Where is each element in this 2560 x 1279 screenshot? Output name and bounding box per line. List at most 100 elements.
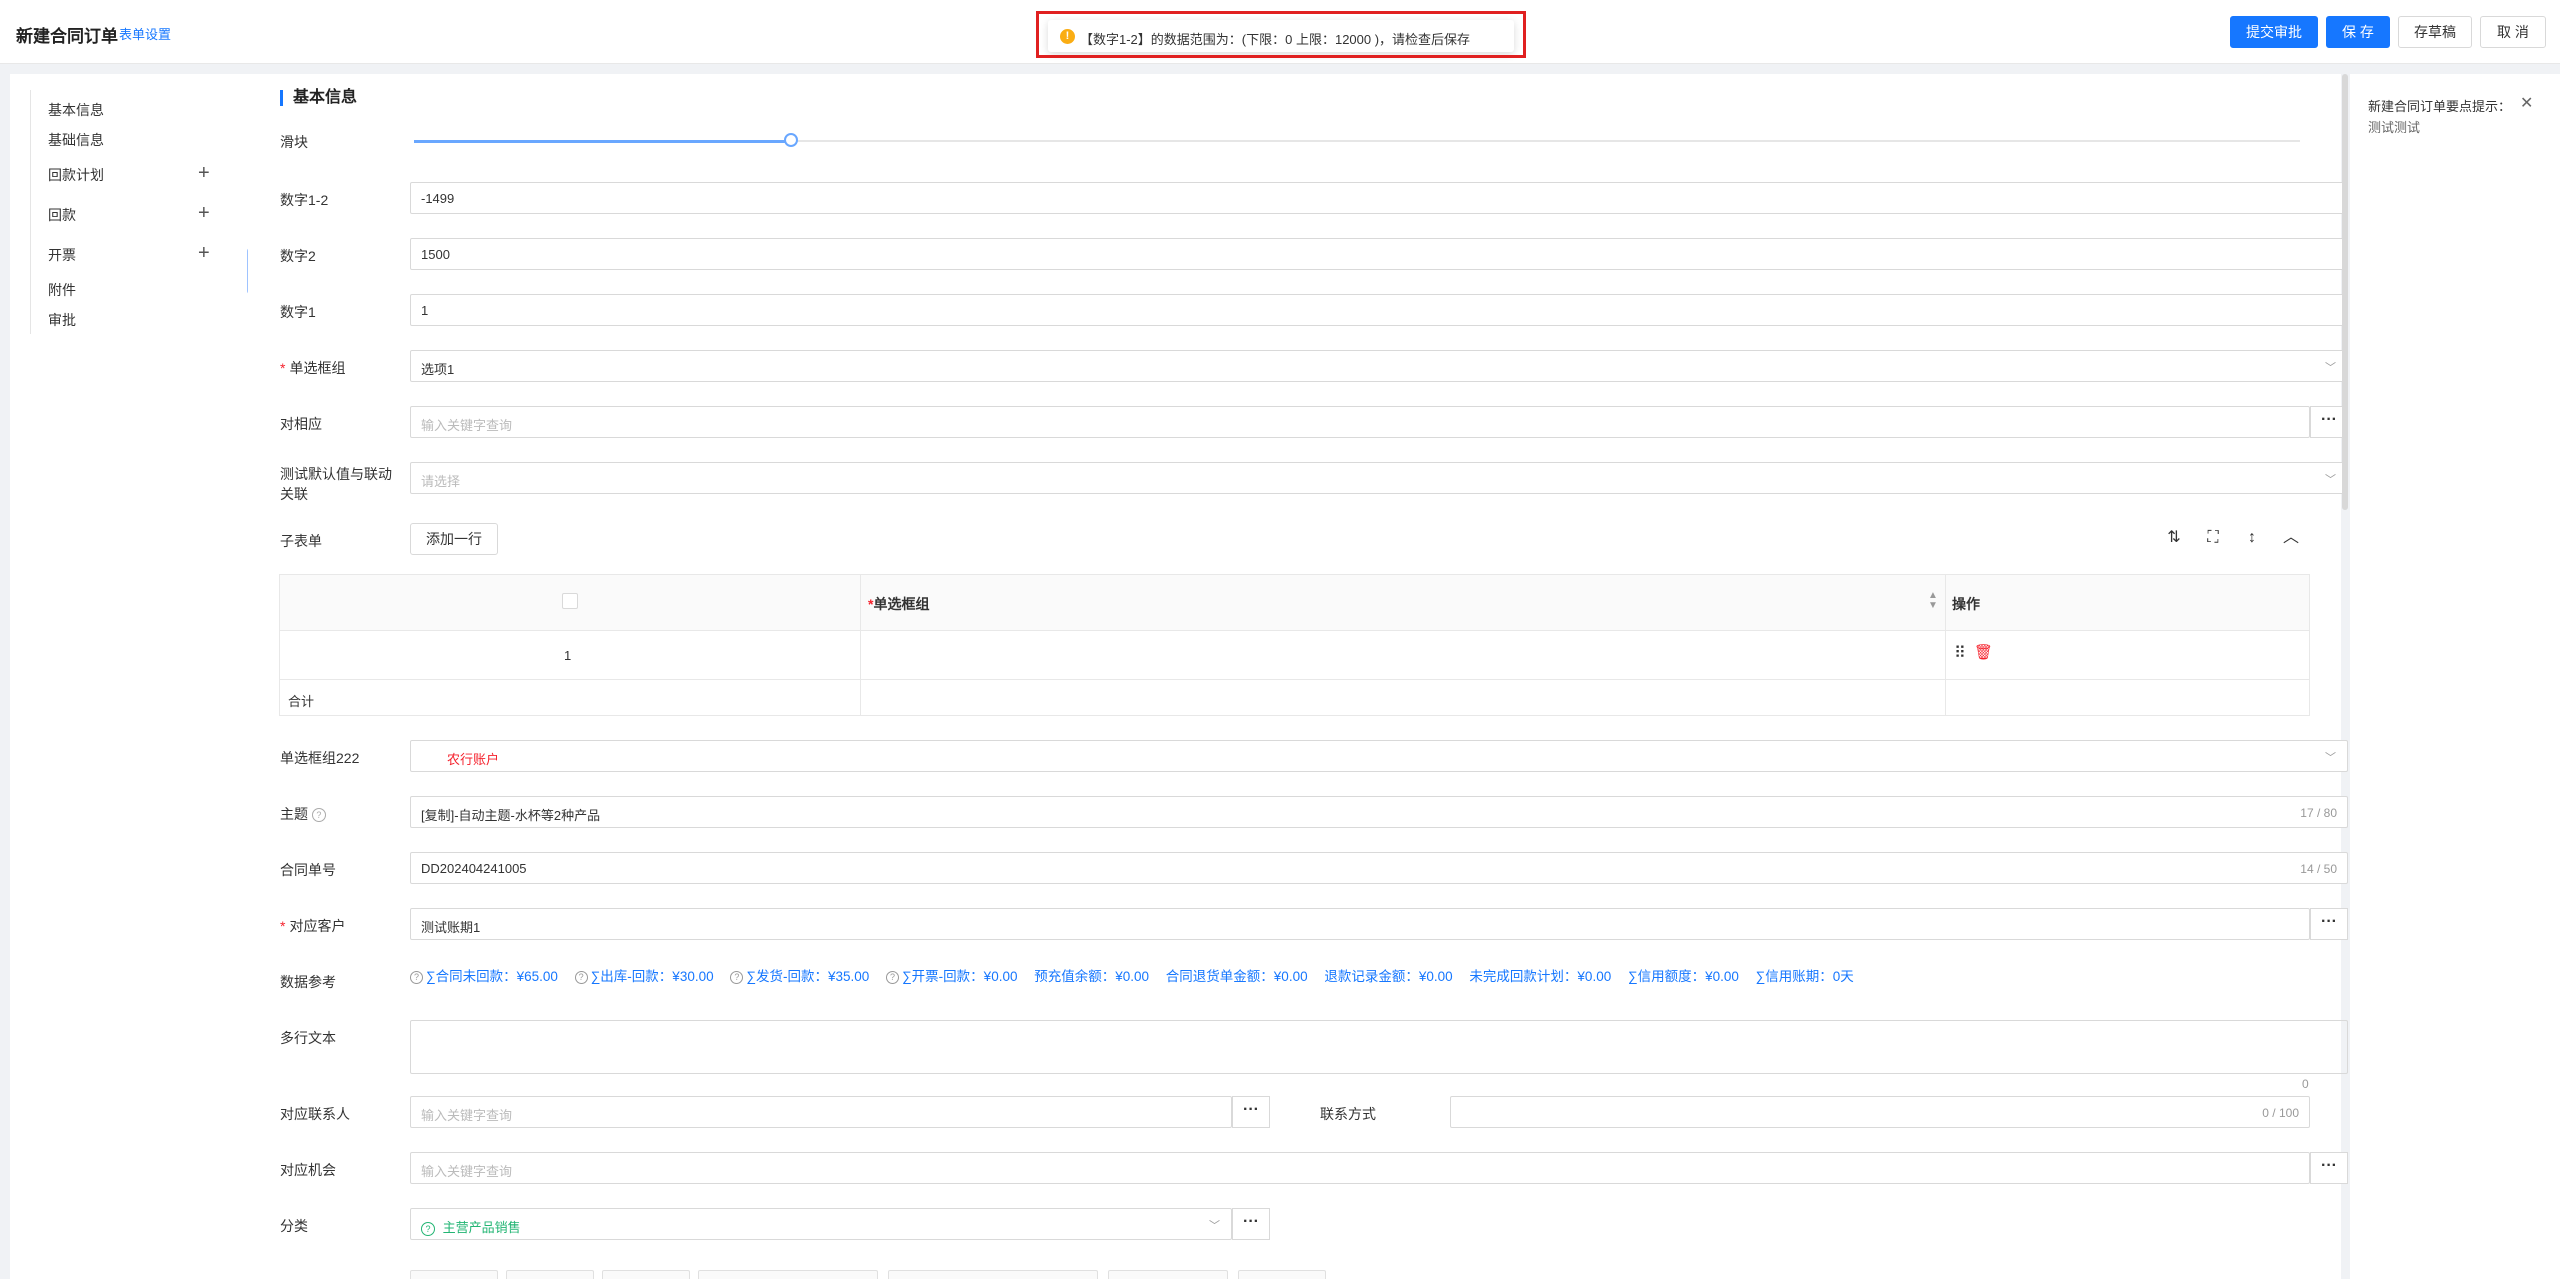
contact-label: 对应联系人 [280, 1106, 350, 1122]
chevron-down-icon: ﹀ [1209, 1220, 1220, 1232]
contact-method-label: 联系方式 [1320, 1106, 1376, 1122]
data-ref-item: 预充值余额：¥0.00 [1034, 969, 1150, 984]
nav-item-basic-info[interactable]: 基本信息 [48, 100, 104, 120]
category-label: 分类 [280, 1218, 308, 1234]
radio222-value: 农行账户 [447, 752, 500, 767]
contract-no-label: 合同单号 [280, 862, 336, 878]
default-link-label: 测试默认值与联动 关联 [280, 466, 392, 502]
help-icon[interactable]: ? [574, 970, 588, 984]
nav-item-invoice[interactable]: 开票 [48, 245, 76, 265]
data-ref-label: 数据参考 [280, 974, 336, 990]
slider-fill [414, 140, 792, 143]
row-height-icon[interactable]: ⇅ [2164, 528, 2184, 548]
help-icon[interactable]: ? [730, 970, 744, 984]
num1-input[interactable]: 1 [410, 294, 2348, 326]
nav-item-attachment[interactable]: 附件 [48, 280, 76, 300]
form-scrollbar[interactable] [2342, 74, 2348, 510]
highlight-frame [1036, 11, 1526, 58]
data-ref-item: ∑发货-回款：¥35.00 [746, 969, 870, 984]
opportunity-input[interactable]: 输入关键字查询 [410, 1152, 2310, 1184]
help-icon[interactable]: ? [410, 970, 423, 984]
category-select[interactable]: ? 主营产品销售 ﹀ [410, 1208, 1232, 1240]
data-ref-item: 退款记录金额：¥0.00 [1324, 969, 1453, 984]
radio222-label: 单选框组222 [280, 750, 360, 766]
multiline-textarea[interactable] [410, 1020, 2348, 1074]
subject-input[interactable]: [复制]-自动主题-水杯等2种产品 17 / 80 [410, 796, 2348, 828]
add-invoice-icon[interactable]: + [198, 243, 210, 263]
tips-body: 测试测试 [2368, 120, 2421, 135]
sort-icon[interactable]: ▲ ▼ [1928, 591, 1938, 611]
save-button[interactable]: 保 存 [2326, 16, 2390, 48]
row-divider [280, 679, 2309, 680]
data-ref-item: 合同退货单金额：¥0.00 [1165, 969, 1308, 984]
add-row-button[interactable]: 添加一行 [410, 523, 498, 555]
col-ops-header: 操作 [1952, 596, 1980, 612]
corresponding-input[interactable]: 输入关键字查询 [410, 406, 2310, 438]
save-draft-button[interactable]: 存草稿 [2398, 16, 2472, 48]
nav-item-payment[interactable]: 回款 [48, 205, 76, 225]
partial-tag [1108, 1270, 1228, 1279]
customer-input[interactable]: 测试账期1 [410, 908, 2310, 940]
subform-table: *单选框组 ▲ ▼ 操作 1 ⠿ 🗑 合计 [279, 574, 2310, 716]
help-icon: ? [421, 1221, 435, 1236]
num2-label: 数字2 [280, 248, 316, 264]
partial-tag [602, 1270, 690, 1279]
chevron-down-icon: ﹀ [2325, 362, 2336, 374]
help-icon[interactable]: ? [311, 808, 326, 823]
add-payment-icon[interactable]: + [198, 203, 210, 223]
drag-handle-icon[interactable]: ⠿ [1954, 643, 1966, 663]
cancel-button[interactable]: 取 消 [2480, 16, 2546, 48]
partial-tag [888, 1270, 1098, 1279]
nav-item-payment-plan[interactable]: 回款计划 [48, 165, 104, 185]
subform-label: 子表单 [280, 533, 322, 549]
form-settings-link[interactable]: 表单设置 [119, 24, 171, 43]
category-value: 主营产品销售 [442, 1220, 521, 1235]
default-link-select[interactable]: 请选择 ﹀ [410, 462, 2348, 494]
category-more-button[interactable]: ··· [1232, 1208, 1270, 1240]
nav-divider [30, 90, 31, 334]
section-title: 基本信息 [280, 90, 357, 106]
contract-no-input[interactable]: DD202404241005 14 / 50 [410, 852, 2348, 884]
radio-group-select[interactable]: 选项1 ﹀ [410, 350, 2348, 382]
contact-method-input[interactable]: 0 / 100 [1450, 1096, 2310, 1128]
add-payment-plan-icon[interactable]: + [198, 163, 210, 183]
slider-label: 滑块 [280, 134, 308, 150]
nav-item-base-info[interactable]: 基础信息 [48, 130, 104, 150]
opportunity-more-button[interactable]: ··· [2310, 1152, 2348, 1184]
col-divider [1945, 575, 1946, 715]
subject-label: 主题 ? [280, 804, 326, 824]
delete-icon[interactable]: 🗑 [1974, 643, 1993, 661]
slider-handle[interactable] [784, 133, 799, 147]
data-ref-item: ∑信用额度：¥0.00 [1627, 969, 1739, 984]
customer-more-button[interactable]: ··· [2310, 908, 2348, 940]
contact-method-counter: 0 / 100 [2262, 1106, 2299, 1120]
radio222-select[interactable]: 农行账户 ﹀ [410, 740, 2348, 772]
contact-input[interactable]: 输入关键字查询 [410, 1096, 1232, 1128]
subform-header [280, 575, 2309, 631]
contract-no-counter: 14 / 50 [2300, 862, 2337, 876]
customer-label: * 对应客户 [280, 918, 346, 934]
help-icon[interactable]: ? [886, 970, 900, 984]
contact-more-button[interactable]: ··· [1232, 1096, 1270, 1128]
num2-input[interactable]: 1500 [410, 238, 2348, 270]
opportunity-label: 对应机会 [280, 1162, 336, 1178]
fullscreen-icon[interactable]: ⛶ [2203, 528, 2223, 548]
tips-title: 新建合同订单要点提示： [2368, 99, 2512, 114]
radio-group-value: 选项1 [421, 362, 455, 377]
page-title: 新建合同订单 [16, 27, 118, 46]
nav-item-approval[interactable]: 审批 [48, 310, 76, 330]
num12-input[interactable]: -1499 [410, 182, 2348, 214]
num1-label: 数字1 [280, 304, 316, 320]
data-ref-item: 未完成回款计划：¥0.00 [1469, 969, 1612, 984]
data-ref-item: ∑出库-回款：¥30.00 [590, 969, 714, 984]
total-label: 合计 [288, 694, 315, 709]
close-icon[interactable]: ✕ [2520, 93, 2533, 113]
expand-icon[interactable]: ↕ [2242, 528, 2262, 548]
slider-track[interactable] [414, 133, 2300, 147]
select-all-checkbox[interactable] [562, 593, 578, 609]
collapse-icon[interactable]: ︿ [2281, 528, 2301, 548]
section-nav: 基本信息 基础信息 回款计划 + 回款 + 开票 + 附件 审批 ‹ [10, 74, 259, 1279]
submit-approval-button[interactable]: 提交审批 [2230, 16, 2318, 48]
tips-panel: 新建合同订单要点提示： ✕ 测试测试 [2350, 74, 2560, 1279]
multiline-label: 多行文本 [280, 1030, 336, 1046]
